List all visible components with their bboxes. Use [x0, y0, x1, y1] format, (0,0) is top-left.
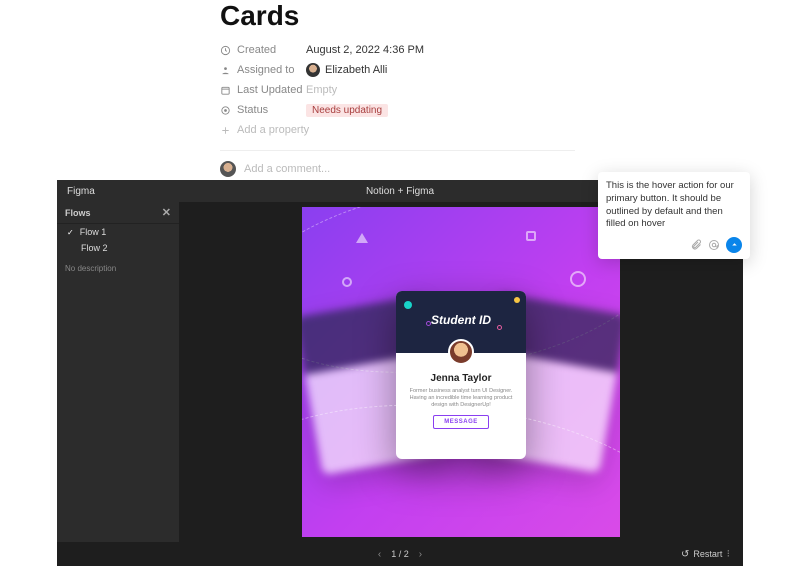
- prop-status[interactable]: Status Needs updating: [220, 100, 800, 120]
- prop-label: Assigned to: [237, 64, 294, 76]
- options-icon[interactable]: ⠇: [726, 549, 733, 560]
- prev-icon[interactable]: ‹: [378, 549, 381, 560]
- comment-popover[interactable]: This is the hover action for our primary…: [598, 172, 750, 259]
- add-property[interactable]: Add a property: [220, 120, 800, 140]
- flows-header: Flows ✕: [57, 202, 179, 224]
- decor-square-icon: [526, 231, 536, 241]
- flow-label: Flow 2: [81, 243, 108, 253]
- mention-icon[interactable]: [708, 239, 720, 251]
- attachment-icon[interactable]: [690, 239, 702, 251]
- message-button[interactable]: MESSAGE: [433, 415, 489, 429]
- decor-circle-icon: [570, 271, 586, 287]
- page-title: Cards: [220, 0, 800, 32]
- flow-item-2[interactable]: Flow 2: [57, 240, 179, 256]
- prop-label: Created: [237, 44, 276, 56]
- person-icon: [220, 65, 231, 76]
- restart-icon: ↺: [681, 549, 689, 560]
- comment-avatar: [220, 161, 236, 177]
- prop-label: Status: [237, 104, 268, 116]
- page-indicator: 1 / 2: [391, 549, 409, 559]
- prop-value: Elizabeth Alli: [325, 64, 387, 76]
- comment-input[interactable]: Add a comment...: [244, 163, 575, 175]
- flow-item-1[interactable]: Flow 1: [57, 224, 179, 240]
- status-badge: Needs updating: [306, 104, 388, 117]
- prop-created[interactable]: Created August 2, 2022 4:36 PM: [220, 40, 800, 60]
- close-icon[interactable]: ✕: [162, 206, 171, 219]
- flows-header-label: Flows: [65, 208, 91, 218]
- prop-updated[interactable]: Last Updated Empty: [220, 80, 800, 100]
- status-icon: [220, 105, 231, 116]
- figma-bottombar: ‹ 1 / 2 › ↺ Restart ⠇: [57, 542, 743, 566]
- clock-icon: [220, 45, 231, 56]
- restart-label: Restart: [693, 549, 722, 559]
- figma-logo: Figma: [57, 186, 121, 197]
- prop-label: Last Updated: [237, 84, 302, 96]
- card-avatar: [448, 339, 474, 365]
- restart-button[interactable]: ↺ Restart ⠇: [681, 549, 733, 560]
- comment-text[interactable]: This is the hover action for our primary…: [606, 180, 742, 231]
- pager: ‹ 1 / 2 ›: [378, 549, 422, 560]
- student-id-card: Student ID Jenna Taylor Former business …: [396, 291, 526, 459]
- decor-triangle-icon: [356, 233, 368, 243]
- prop-assigned[interactable]: Assigned to Elizabeth Alli: [220, 60, 800, 80]
- prop-value: Empty: [306, 84, 337, 96]
- property-list: Created August 2, 2022 4:36 PM Assigned …: [220, 40, 800, 187]
- plus-icon: [220, 125, 231, 136]
- figma-sidebar: Flows ✕ Flow 1 Flow 2 No description: [57, 202, 179, 542]
- add-property-label: Add a property: [237, 124, 309, 136]
- calendar-icon: [220, 85, 231, 96]
- no-description: No description: [57, 256, 179, 281]
- assignee-avatar: [306, 63, 320, 77]
- decor-circle-icon: [342, 277, 352, 287]
- figma-file-title: Notion + Figma: [121, 186, 679, 197]
- flow-label: Flow 1: [80, 227, 107, 237]
- prop-value: August 2, 2022 4:36 PM: [306, 44, 424, 56]
- card-description: Former business analyst turn UI Designer…: [396, 384, 526, 413]
- card-name: Jenna Taylor: [396, 373, 526, 384]
- prototype-stage: Student ID Jenna Taylor Former business …: [302, 207, 620, 537]
- arrow-up-icon: [730, 241, 739, 250]
- next-icon[interactable]: ›: [419, 549, 422, 560]
- send-button[interactable]: [726, 237, 742, 253]
